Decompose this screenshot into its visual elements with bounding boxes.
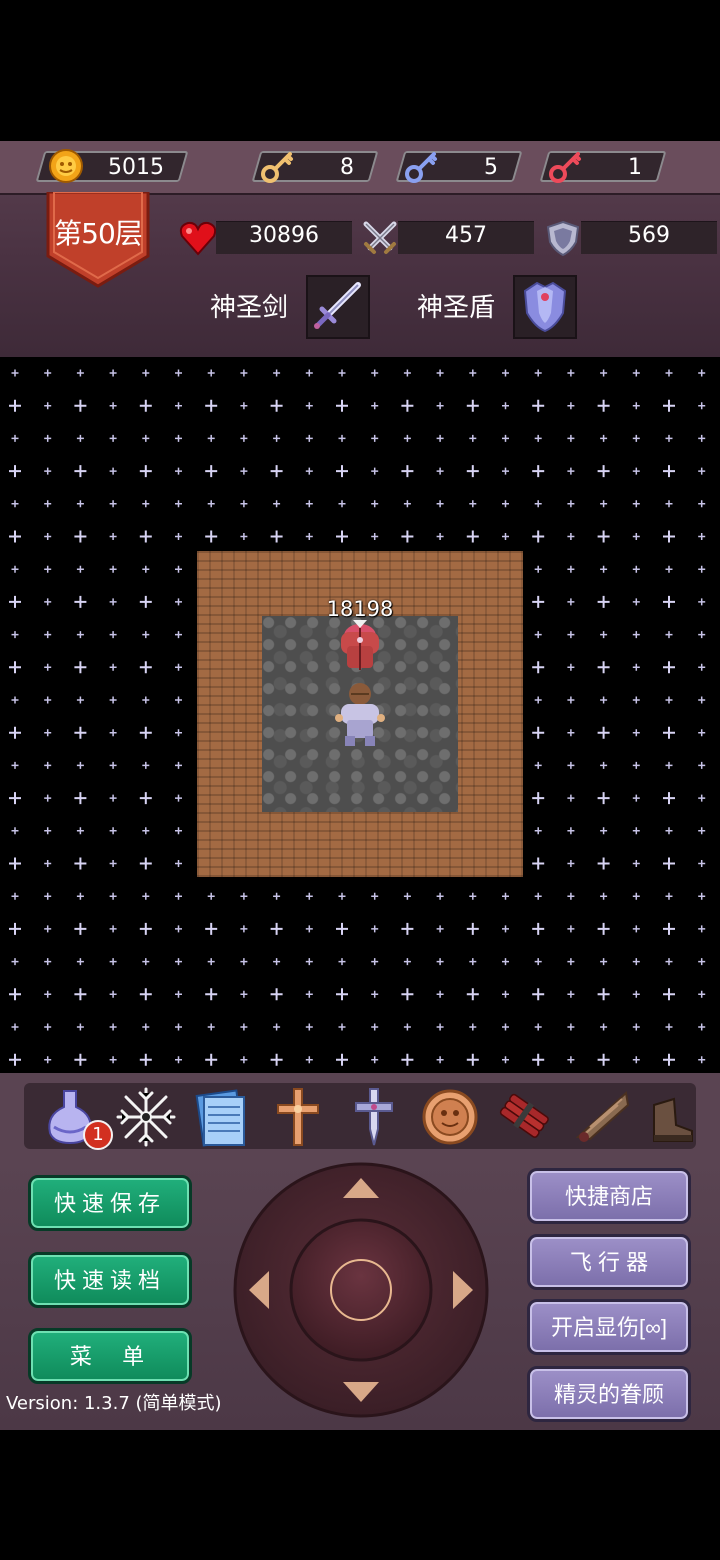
hp-stat: 30896 [178,218,354,256]
red-armor-monster-icon[interactable] [327,616,393,682]
holy-cross-icon[interactable] [266,1085,330,1149]
yellow-key-counter: 8 [251,151,379,183]
weapon-name: 神圣剑 [210,293,289,323]
defense-stat: 569 [543,218,719,257]
red-key-counter: 1 [539,151,667,183]
shield-slot[interactable]: 神圣盾 [417,275,577,341]
gold-counter: 5015 [35,149,189,183]
direction-pad[interactable] [232,1161,490,1419]
hp-value: 30896 [249,223,319,248]
blue-key-counter: 5 [395,151,523,183]
blue-key-value: 5 [484,155,498,180]
red-key-icon [549,152,581,183]
gold-value: 5015 [108,155,164,180]
blue-key-icon [405,152,437,183]
boot-icon[interactable] [646,1085,694,1149]
hero-knight-icon [335,683,385,746]
yellow-key-icon [261,152,293,183]
floor-label: 第50层 [54,217,143,250]
stone-floor [262,616,458,812]
cross-sword-icon[interactable] [342,1085,406,1149]
holy-shield-icon [523,281,567,333]
fairy-favor-button[interactable]: 精灵的眷顾 [527,1366,691,1422]
version-label: Version: 1.3.7 (简单模式) [6,1393,222,1414]
red-key-value: 1 [628,155,642,180]
menu-button[interactable]: 菜 单 [28,1328,192,1384]
gold-coin-icon [49,149,83,183]
yellow-key-value: 8 [340,155,354,180]
wing-icon[interactable] [570,1085,634,1149]
notepad-icon[interactable] [190,1085,254,1149]
weapon-icon-slot [306,275,370,339]
shield-name: 神圣盾 [417,293,496,323]
damage-preview-label: 18198 [326,597,394,621]
defense-value: 569 [628,223,670,248]
resource-strip: 5015 8 5 1 [0,141,720,195]
dynamite-icon[interactable] [494,1085,558,1149]
shield-icon-slot [513,275,577,339]
show-damage-button[interactable]: 开启显伤[∞] [527,1299,691,1355]
shield-icon [546,220,580,257]
quick-save-button[interactable]: 快速保存 [28,1175,192,1231]
quick-shop-button[interactable]: 快捷商店 [527,1168,691,1224]
crossed-swords-icon [363,221,397,254]
item-count-badge: 1 [83,1120,113,1150]
attack-stat: 457 [360,218,536,254]
snowflake-icon[interactable] [114,1085,178,1149]
attack-value: 457 [445,223,487,248]
medallion-icon[interactable] [418,1085,482,1149]
status-panel: 5015 8 5 1 第50层 30896 457 569 神圣剑 神圣盾 [0,141,720,357]
floor-banner: 第50层 [46,192,150,288]
game-map[interactable]: 18198 [0,357,720,1073]
quick-load-button[interactable]: 快速读档 [28,1252,192,1308]
weapon-slot[interactable]: 神圣剑 [210,275,370,341]
holy-sword-icon [314,282,361,329]
heart-icon [179,221,217,256]
flyer-button[interactable]: 飞 行 器 [527,1234,691,1290]
